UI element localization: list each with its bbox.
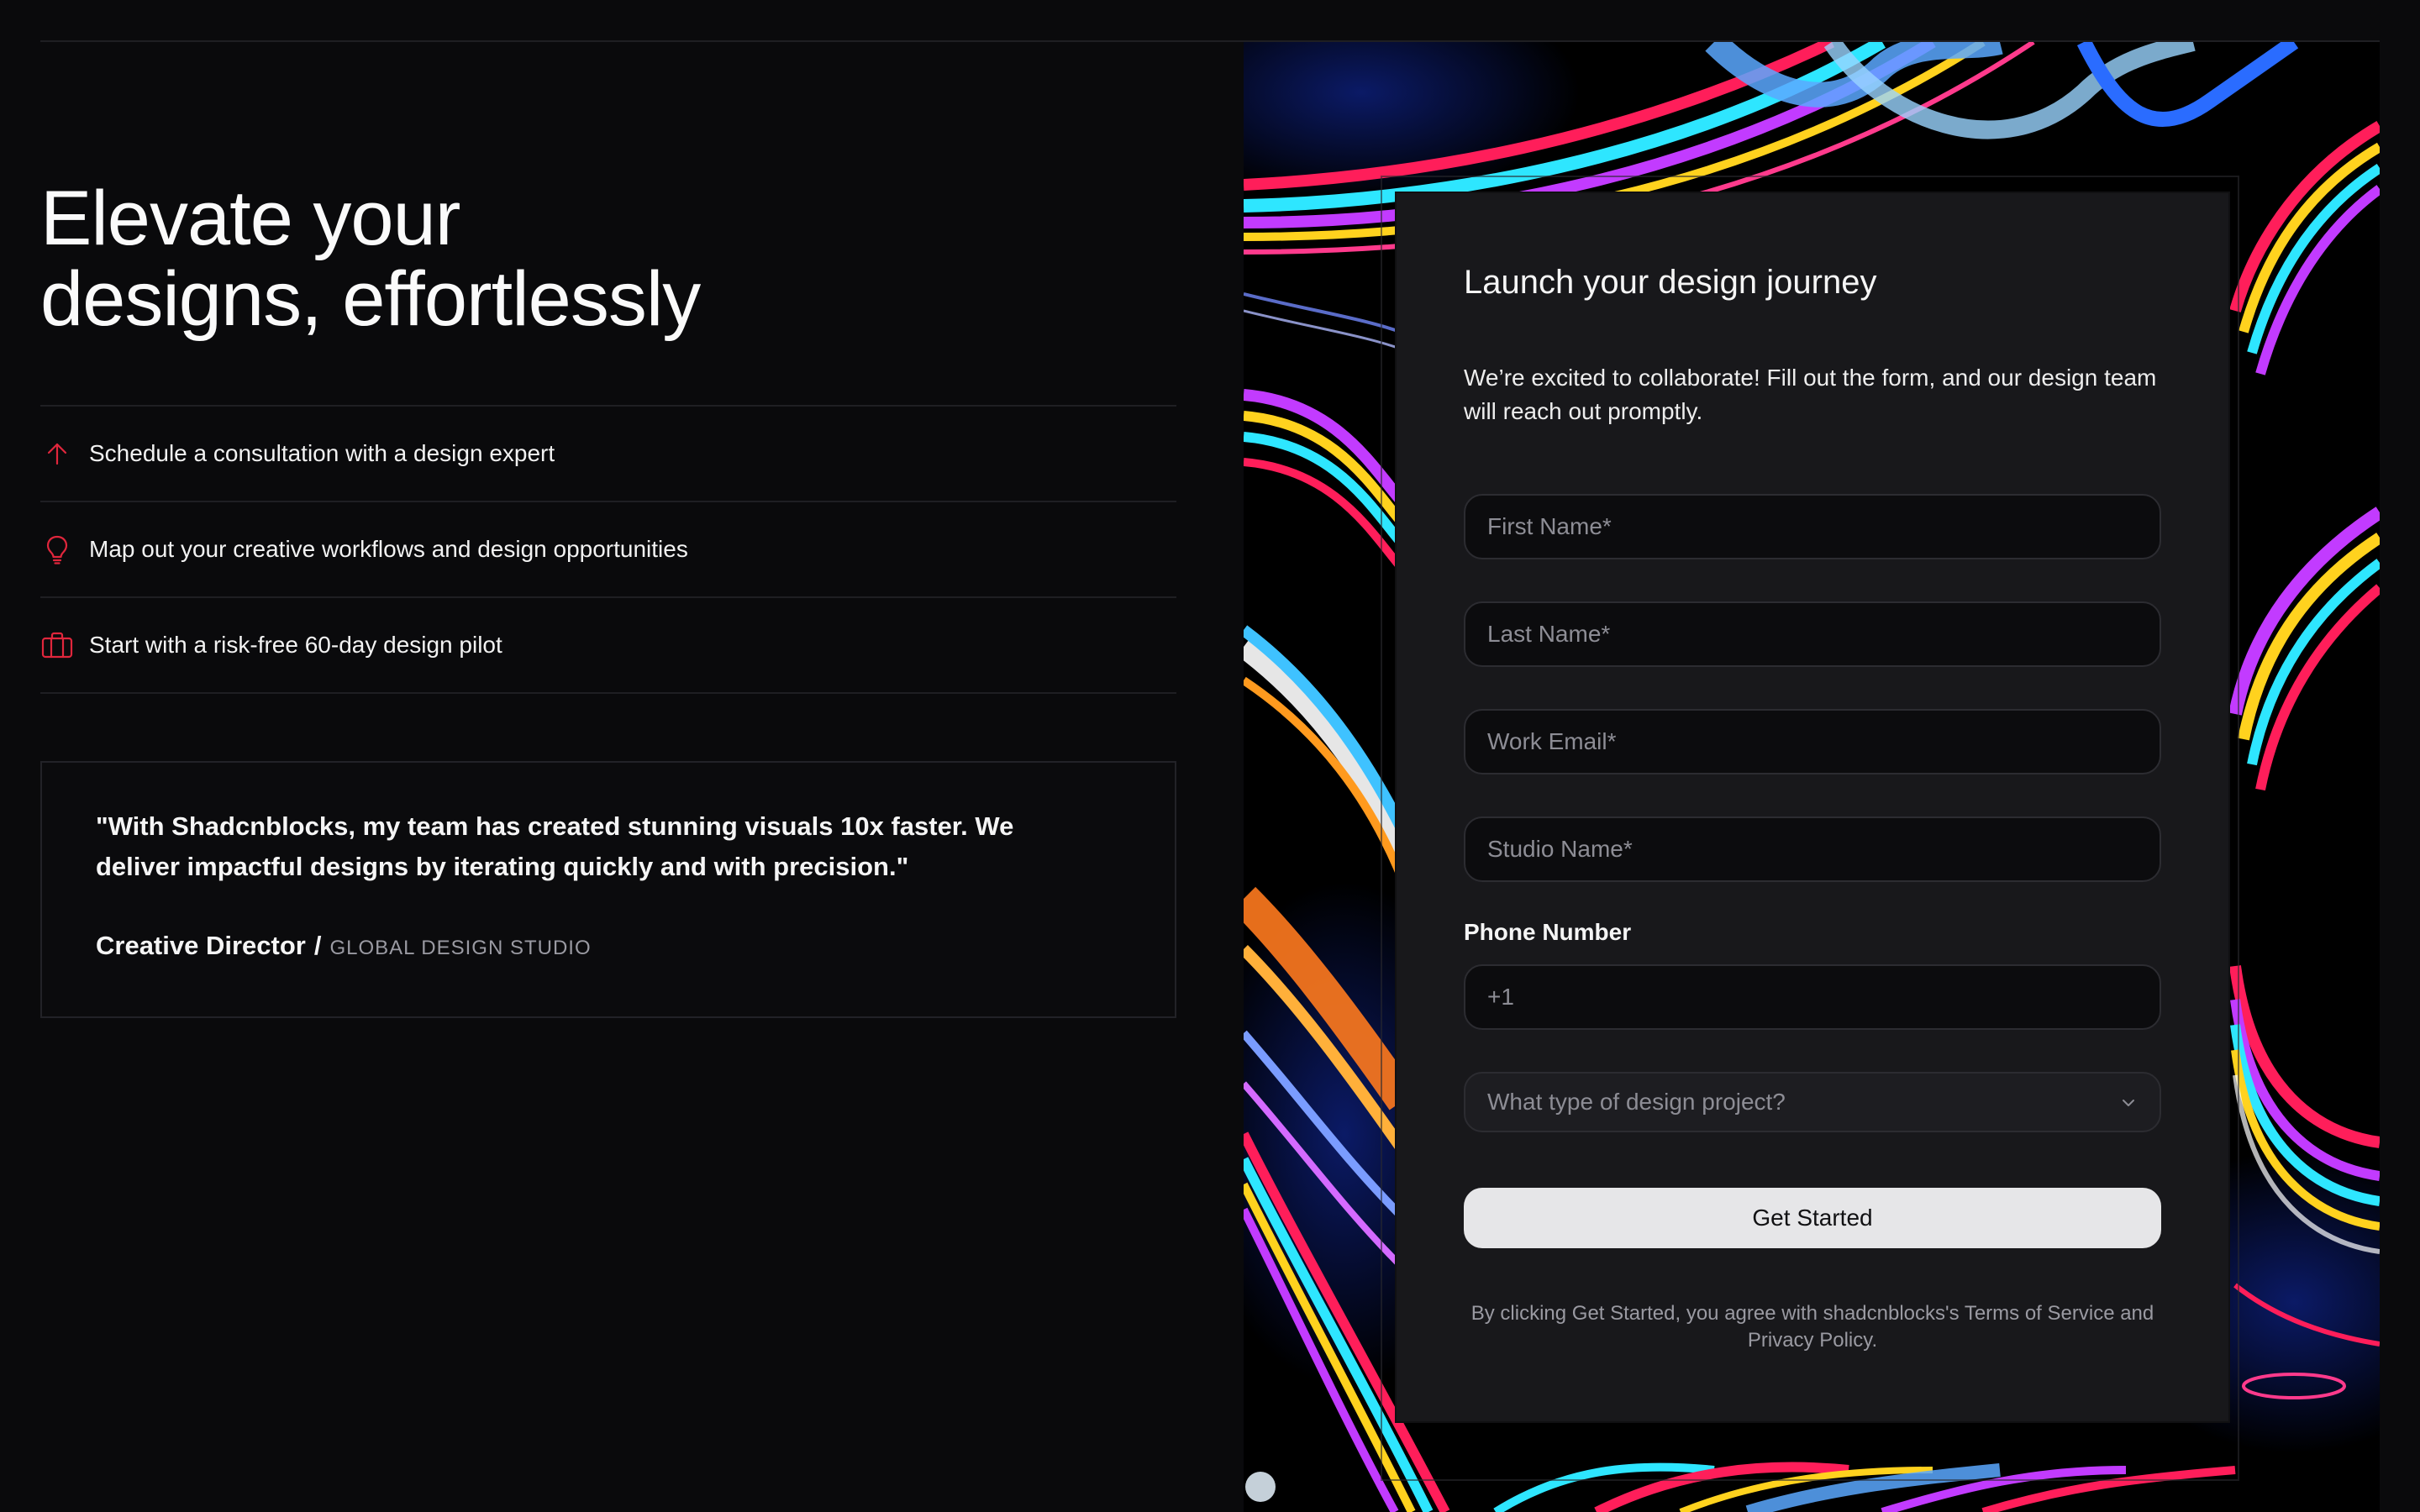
signup-form-card: Launch your design journey We’re excited… [1397,193,2228,1421]
phone-field-wrapper [1464,964,2161,1030]
phone-number-input[interactable] [1465,966,2160,1028]
get-started-button[interactable]: Get Started [1464,1188,2161,1248]
studio-name-field-wrapper [1464,816,2161,882]
last-name-input[interactable] [1465,603,2160,665]
legal-disclaimer: By clicking Get Started, you agree with … [1470,1302,2154,1352]
hero-line-1: Elevate your [40,176,460,261]
work-email-input[interactable] [1465,711,2160,773]
project-type-placeholder: What type of design project? [1487,1089,1786,1115]
author-company: GLOBAL DESIGN STUDIO [329,937,592,959]
feature-label: Schedule a consultation with a design ex… [89,440,555,466]
testimonial-quote: "With Shadcnblocks, my team has created … [96,811,1014,881]
author-separator: / [313,931,322,960]
briefcase-icon [40,628,74,662]
page: Elevate your designs, effortlessly Sched… [0,0,2420,1512]
testimonial-card: "With Shadcnblocks, my team has created … [40,761,1176,1018]
first-name-field-wrapper [1464,494,2161,559]
author-role: Creative Director [96,931,306,960]
work-email-field-wrapper [1464,709,2161,774]
lightbulb-icon [40,533,74,566]
hero-headline: Elevate your designs, effortlessly [40,178,965,339]
chevron-down-icon [2119,1094,2138,1116]
last-name-field-wrapper [1464,601,2161,667]
arrow-up-icon [40,437,74,470]
feature-label: Map out your creative workflows and desi… [89,536,688,562]
feature-item-pilot: Start with a risk-free 60-day design pil… [40,598,1176,694]
feature-list: Schedule a consultation with a design ex… [40,405,1176,694]
first-name-input[interactable] [1465,496,2160,558]
feature-item-workflows: Map out your creative workflows and desi… [40,502,1176,598]
feature-label: Start with a risk-free 60-day design pil… [89,632,502,658]
form-description: We’re excited to collaborate! Fill out t… [1464,365,2157,424]
testimonial-author: Creative Director / GLOBAL DESIGN STUDIO [96,931,592,961]
project-type-select[interactable]: What type of design project? [1464,1072,2161,1132]
hero-line-2: designs, effortlessly [40,256,701,342]
studio-name-input[interactable] [1465,818,2160,880]
form-title: Launch your design journey [1464,264,1877,301]
feature-item-consultation: Schedule a consultation with a design ex… [40,407,1176,502]
phone-number-label: Phone Number [1464,919,1632,945]
